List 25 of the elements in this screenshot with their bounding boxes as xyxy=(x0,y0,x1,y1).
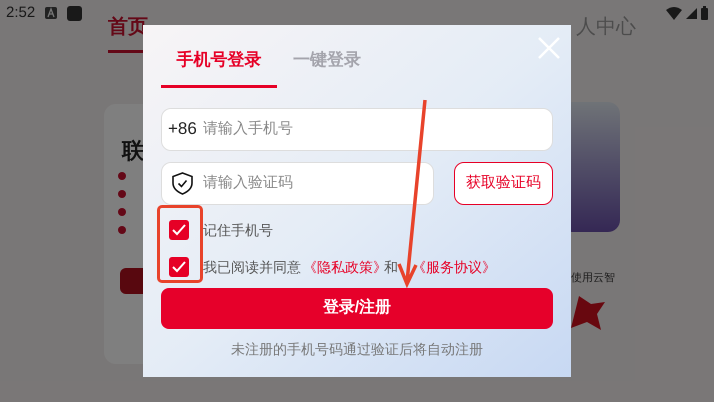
wifi-icon xyxy=(666,6,682,20)
agreement-text: 和 xyxy=(384,258,398,276)
card-title: 联 xyxy=(122,137,144,165)
code-field[interactable]: 请输入验证码 xyxy=(161,162,434,204)
checkbox[interactable] xyxy=(169,257,189,277)
login-register-button[interactable]: 登录/注册 xyxy=(161,288,553,328)
app-icon xyxy=(67,6,82,20)
shield-icon xyxy=(172,172,193,194)
login-tab[interactable]: 手机号登录 xyxy=(161,47,277,88)
policy-link[interactable]: 《服务协议》 xyxy=(412,256,496,278)
agreement-text: 我已阅读并同意 xyxy=(203,258,301,276)
phone-input[interactable]: 请输入手机号 xyxy=(202,118,546,140)
signal-icon xyxy=(686,8,697,18)
remember-label: 记住手机号 xyxy=(203,220,273,240)
card-text: 使用云智 xyxy=(571,271,615,286)
country-code: +86 xyxy=(168,118,197,140)
battery-icon xyxy=(701,6,708,20)
code-input[interactable]: 请输入验证码 xyxy=(203,172,423,194)
keyboard-icon xyxy=(45,7,58,19)
status-time: 2:52 xyxy=(6,2,36,23)
footnote-text: 未注册的手机号码通过验证后将自动注册 xyxy=(230,340,484,358)
phone-field[interactable]: +86 请输入手机号 xyxy=(161,108,553,150)
login-tab[interactable]: 一键登录 xyxy=(293,47,361,88)
checkbox[interactable] xyxy=(169,220,189,240)
get-code-button[interactable]: 获取验证码 xyxy=(454,162,553,204)
